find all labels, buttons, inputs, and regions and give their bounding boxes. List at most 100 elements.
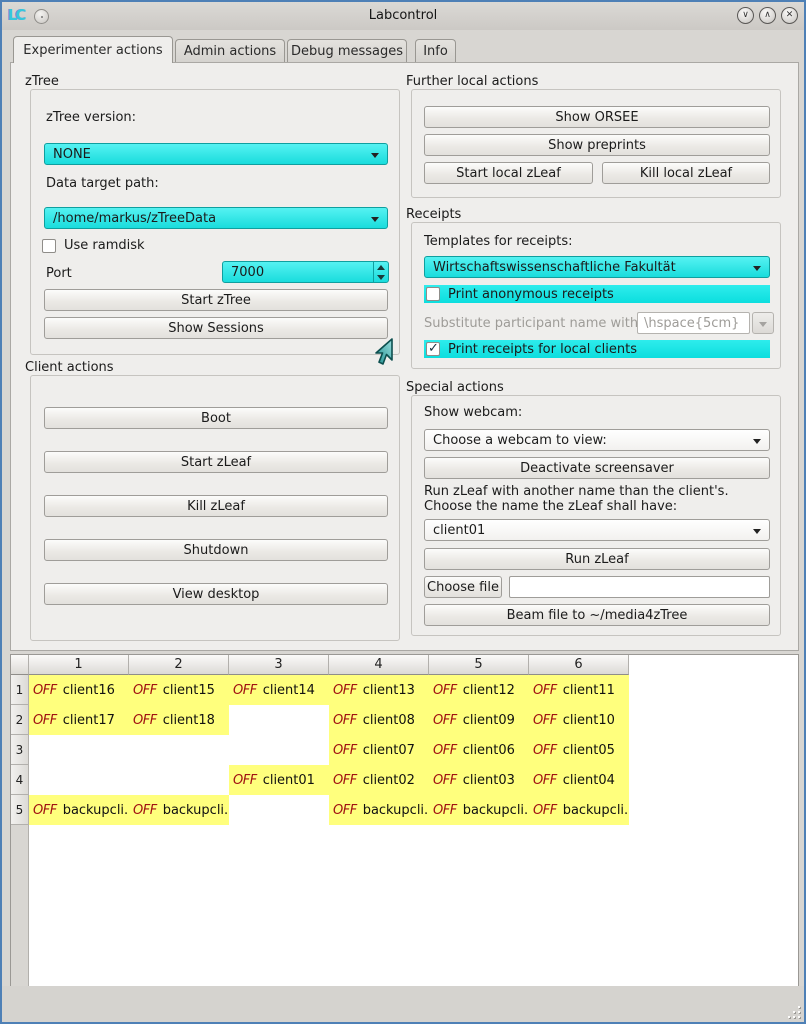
data-target-path-combobox[interactable]: /home/markus/zTreeData	[44, 207, 388, 229]
client-cell-backupcli...[interactable]: OFFbackupcli...	[529, 795, 629, 825]
client-name: client13	[363, 683, 415, 698]
ztree-version-combobox[interactable]: NONE	[44, 143, 388, 165]
run-zleaf-button[interactable]: Run zLeaf	[424, 548, 770, 570]
zleaf-name-combobox[interactable]: client01	[424, 519, 770, 541]
status-off-badge: OFF	[433, 683, 457, 698]
client-cell-client06[interactable]: OFFclient06	[429, 735, 529, 765]
client-cell-client17[interactable]: OFFclient17	[29, 705, 129, 735]
client-cell-client16[interactable]: OFFclient16	[29, 675, 129, 705]
status-off-badge: OFF	[433, 713, 457, 728]
client-cell-client07[interactable]: OFFclient07	[329, 735, 429, 765]
shutdown-button[interactable]: Shutdown	[44, 539, 388, 561]
spinbox-arrows[interactable]	[373, 262, 388, 282]
titlebar[interactable]: LC Labcontrol ∨ ∧ ✕	[2, 2, 804, 30]
choose-file-button[interactable]: Choose file	[424, 576, 502, 598]
client-cell-client10[interactable]: OFFclient10	[529, 705, 629, 735]
print-anonymous-label: Print anonymous receipts	[448, 287, 614, 302]
close-button[interactable]: ✕	[781, 7, 798, 24]
view-desktop-button[interactable]: View desktop	[44, 583, 388, 605]
client-cell-backupcli...[interactable]: OFFbackupcli...	[29, 795, 129, 825]
show-preprints-button[interactable]: Show preprints	[424, 134, 770, 156]
row-header-4[interactable]: 4	[11, 765, 29, 795]
status-off-badge: OFF	[333, 713, 357, 728]
client-name: client03	[463, 773, 515, 788]
client-cell-empty	[229, 735, 329, 765]
client-cell-empty	[129, 765, 229, 795]
deactivate-screensaver-button[interactable]: Deactivate screensaver	[424, 457, 770, 479]
show-sessions-button[interactable]: Show Sessions	[44, 317, 388, 339]
print-anonymous-checkbox[interactable]	[426, 287, 440, 301]
experimenter-actions-panel: zTree zTree version: NONE Data target pa…	[10, 62, 799, 651]
group-further-local-actions: Further local actions Show ORSEE Show pr…	[411, 74, 781, 198]
column-header-6[interactable]: 6	[529, 655, 629, 675]
beam-file-button[interactable]: Beam file to ~/media4zTree	[424, 604, 770, 626]
start-zleaf-button[interactable]: Start zLeaf	[44, 451, 388, 473]
port-label: Port	[46, 266, 72, 281]
kill-local-zleaf-button[interactable]: Kill local zLeaf	[602, 162, 770, 184]
row-header-2[interactable]: 2	[11, 705, 29, 735]
client-cell-client15[interactable]: OFFclient15	[129, 675, 229, 705]
status-off-badge: OFF	[433, 743, 457, 758]
tab-experimenter-actions[interactable]: Experimenter actions	[13, 36, 173, 63]
row-header-1[interactable]: 1	[11, 675, 29, 705]
webcam-combobox[interactable]: Choose a webcam to view:	[424, 429, 770, 451]
receipt-template-combobox[interactable]: Wirtschaftswissenschaftliche Fakultät	[424, 256, 770, 278]
table-row: 3OFFclient07OFFclient06OFFclient05	[11, 735, 629, 765]
client-cell-client05[interactable]: OFFclient05	[529, 735, 629, 765]
client-name: backupcli...	[463, 803, 529, 818]
boot-button[interactable]: Boot	[44, 407, 388, 429]
start-ztree-button[interactable]: Start zTree	[44, 289, 388, 311]
client-cell-client09[interactable]: OFFclient09	[429, 705, 529, 735]
client-cell-client13[interactable]: OFFclient13	[329, 675, 429, 705]
client-cell-client11[interactable]: OFFclient11	[529, 675, 629, 705]
client-name: client11	[563, 683, 615, 698]
minimize-icon: ∨	[742, 11, 749, 20]
kill-zleaf-button[interactable]: Kill zLeaf	[44, 495, 388, 517]
file-path-input[interactable]	[509, 576, 770, 598]
row-header-5[interactable]: 5	[11, 795, 29, 825]
client-cell-client12[interactable]: OFFclient12	[429, 675, 529, 705]
client-cell-backupcli...[interactable]: OFFbackupcli...	[429, 795, 529, 825]
substitute-name-field[interactable]: \hspace{5cm}	[637, 312, 750, 334]
column-header-4[interactable]: 4	[329, 655, 429, 675]
substitute-name-dropdown-button[interactable]	[752, 312, 774, 334]
spin-down-icon[interactable]	[377, 275, 385, 280]
spin-up-icon[interactable]	[377, 265, 385, 270]
minimize-button[interactable]: ∨	[737, 7, 754, 24]
column-header-1[interactable]: 1	[29, 655, 129, 675]
data-target-path-label: Data target path:	[46, 176, 159, 191]
tab-debug-messages[interactable]: Debug messages	[287, 39, 407, 63]
client-cell-client04[interactable]: OFFclient04	[529, 765, 629, 795]
start-local-zleaf-button[interactable]: Start local zLeaf	[424, 162, 593, 184]
group-receipts: Receipts Templates for receipts: Wirtsch…	[411, 207, 781, 369]
client-cell-client18[interactable]: OFFclient18	[129, 705, 229, 735]
client-cell-backupcli...[interactable]: OFFbackupcli...	[129, 795, 229, 825]
tab-admin-actions[interactable]: Admin actions	[175, 39, 285, 63]
client-cell-client08[interactable]: OFFclient08	[329, 705, 429, 735]
column-header-5[interactable]: 5	[429, 655, 529, 675]
tab-info[interactable]: Info	[415, 39, 456, 63]
resize-grip-icon[interactable]	[786, 1004, 800, 1018]
client-cell-backupcli...[interactable]: OFFbackupcli...	[329, 795, 429, 825]
port-spinbox[interactable]: 7000	[222, 261, 389, 283]
column-headers: 123456	[29, 655, 629, 675]
port-value: 7000	[231, 265, 264, 280]
table-corner[interactable]	[11, 655, 29, 675]
print-local-clients-checkbox[interactable]	[426, 342, 440, 356]
client-name: client05	[563, 743, 615, 758]
use-ramdisk-checkbox[interactable]	[42, 239, 56, 253]
ztree-version-label: zTree version:	[46, 110, 136, 125]
ztree-version-value: NONE	[53, 147, 91, 162]
status-off-badge: OFF	[133, 713, 157, 728]
column-header-3[interactable]: 3	[229, 655, 329, 675]
row-header-3[interactable]: 3	[11, 735, 29, 765]
maximize-button[interactable]: ∧	[759, 7, 776, 24]
client-cell-client02[interactable]: OFFclient02	[329, 765, 429, 795]
client-cell-client01[interactable]: OFFclient01	[229, 765, 329, 795]
group-title-ztree: zTree	[25, 74, 59, 89]
client-cell-client03[interactable]: OFFclient03	[429, 765, 529, 795]
client-cell-client14[interactable]: OFFclient14	[229, 675, 329, 705]
client-cell-empty	[129, 735, 229, 765]
column-header-2[interactable]: 2	[129, 655, 229, 675]
show-orsee-button[interactable]: Show ORSEE	[424, 106, 770, 128]
